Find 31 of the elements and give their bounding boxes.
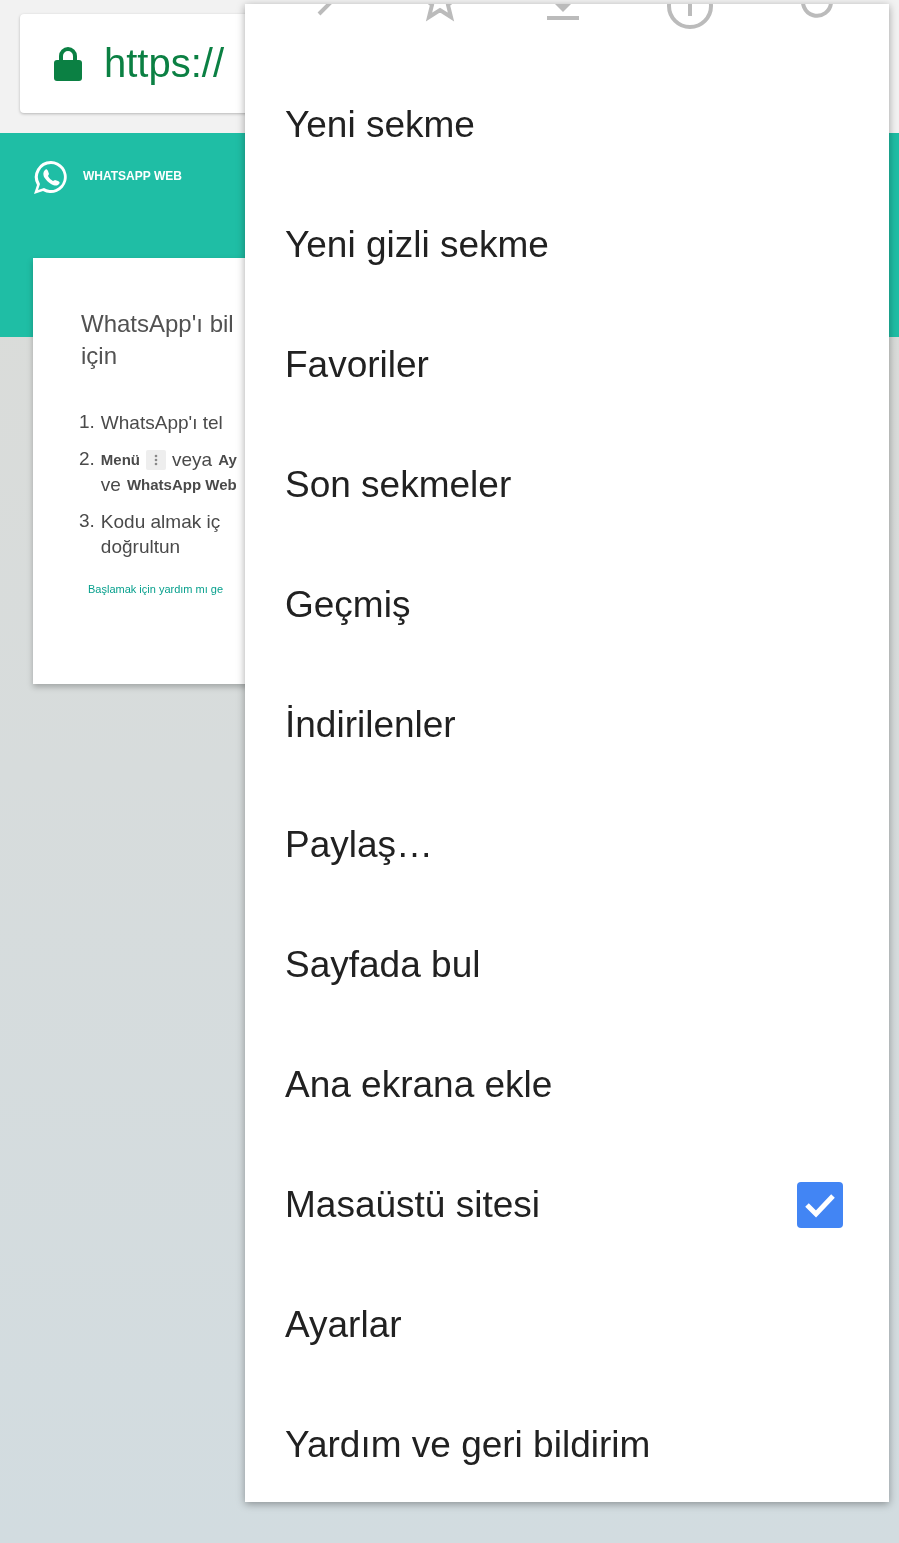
checkbox[interactable] — [797, 1182, 843, 1228]
menu-item[interactable]: Geçmiş — [245, 545, 889, 665]
card-title: WhatsApp'ı bil — [81, 309, 235, 339]
step-text: doğrultun — [100, 535, 181, 558]
menu-item[interactable]: Ayarlar — [245, 1265, 889, 1385]
step-text: Menü — [100, 451, 141, 468]
step-number: 3. — [79, 509, 95, 533]
menu-item[interactable]: Ana ekrana ekle — [245, 1025, 889, 1145]
card-title: için — [81, 341, 118, 371]
step-number: 1. — [79, 410, 95, 434]
menu-item[interactable]: Yardım ve geri bildirim — [245, 1385, 889, 1502]
step-text: Ay — [218, 451, 237, 468]
menu-item[interactable]: Sayfada bul — [245, 905, 889, 1025]
url-text: https:// — [104, 41, 225, 86]
menu-dots-icon — [146, 449, 167, 470]
menu-item[interactable]: Favoriler — [245, 305, 889, 425]
chat-bubble-logo-icon — [33, 159, 69, 195]
menu-item[interactable]: Yeni gizli sekme — [245, 185, 889, 305]
step-text: veya — [172, 448, 213, 471]
step-text: WhatsApp Web — [126, 476, 237, 493]
step-text: ve — [100, 473, 121, 496]
menu-item[interactable]: Paylaş… — [245, 785, 889, 905]
lock-icon — [54, 46, 82, 81]
step-text: WhatsApp'ı tel — [100, 411, 223, 434]
step-number: 2. — [79, 447, 95, 471]
menu-item[interactable]: İndirilenler — [245, 665, 889, 785]
app-title: WHATSAPP WEB — [83, 169, 182, 183]
menu-item[interactable]: Son sekmeler — [245, 425, 889, 545]
step-text: Kodu almak iç — [100, 510, 221, 533]
check-icon — [804, 1192, 836, 1218]
menu-item[interactable]: Masaüstü sitesi — [245, 1145, 889, 1265]
